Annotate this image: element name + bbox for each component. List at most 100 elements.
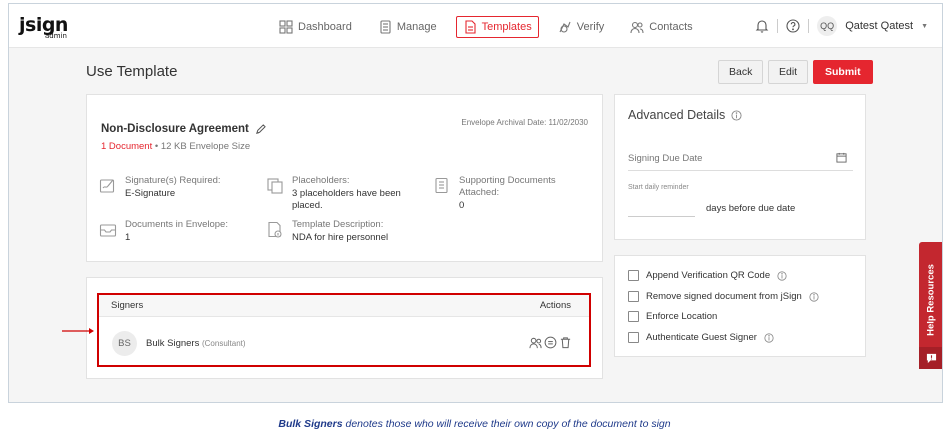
chevron-down-icon[interactable]: ▼ bbox=[921, 23, 928, 30]
option-authenticate-guest[interactable]: Authenticate Guest Signer bbox=[628, 332, 774, 343]
placeholders-info: Placeholders: 3 placeholders have been p… bbox=[266, 175, 411, 212]
help-resources-label: Help Resources bbox=[925, 264, 937, 336]
option-label: Authenticate Guest Signer bbox=[646, 332, 757, 343]
chat-button[interactable] bbox=[919, 347, 942, 369]
comment-icon[interactable] bbox=[544, 336, 557, 349]
divider bbox=[808, 19, 810, 33]
info-value: 1 bbox=[125, 232, 131, 243]
app-logo[interactable]: jsign admin bbox=[19, 14, 68, 40]
info-icon[interactable] bbox=[777, 270, 787, 281]
user-area: QQ Qatest Qatest ▼ bbox=[755, 16, 928, 36]
user-name[interactable]: Qatest Qatest bbox=[845, 20, 913, 32]
top-navbar: jsign admin Dashboard Manage Templates V… bbox=[9, 4, 942, 48]
info-label: Supporting Documents Attached: bbox=[459, 175, 556, 198]
nav-item-contacts[interactable]: Contacts bbox=[623, 16, 699, 38]
document-name: Non-Disclosure Agreement bbox=[101, 123, 266, 135]
info-value: E-Signature bbox=[125, 188, 176, 199]
document-name-text: Non-Disclosure Agreement bbox=[101, 123, 249, 135]
help-icon[interactable] bbox=[786, 19, 800, 33]
info-icon[interactable] bbox=[809, 291, 819, 302]
info-value: 3 placeholders have been placed. bbox=[292, 188, 401, 211]
contacts-icon bbox=[630, 21, 644, 34]
manage-icon bbox=[380, 20, 391, 34]
info-label: Placeholders: bbox=[292, 175, 350, 186]
option-label: Remove signed document from jSign bbox=[646, 291, 802, 302]
app-window: jsign admin Dashboard Manage Templates V… bbox=[8, 3, 943, 403]
signatures-required: Signature(s) Required: E-Signature bbox=[99, 175, 221, 200]
nav-label: Manage bbox=[396, 21, 437, 33]
pencil-icon[interactable] bbox=[255, 123, 266, 135]
users-icon[interactable] bbox=[529, 336, 542, 349]
option-remove-signed[interactable]: Remove signed document from jSign bbox=[628, 291, 819, 302]
trash-icon[interactable] bbox=[559, 336, 572, 349]
avatar[interactable]: QQ bbox=[817, 16, 838, 36]
bell-icon[interactable] bbox=[755, 19, 769, 33]
verify-icon bbox=[559, 21, 571, 33]
archival-date: Envelope Archival Date: 11/02/2030 bbox=[461, 118, 588, 127]
advanced-details-card: Advanced Details Signing Due Date Start … bbox=[614, 94, 866, 240]
envelope-icon bbox=[99, 224, 117, 237]
supporting-docs-info: Supporting Documents Attached: 0 bbox=[433, 175, 583, 212]
options-card: Append Verification QR Code Remove signe… bbox=[614, 255, 866, 357]
checkbox[interactable] bbox=[628, 270, 639, 281]
signer-name: Bulk Signers (Consultant) bbox=[146, 338, 246, 349]
back-button[interactable]: Back bbox=[718, 60, 764, 84]
dashboard-icon bbox=[279, 20, 293, 34]
info-label: Template Description: bbox=[292, 219, 384, 230]
signers-table-header: Signers Actions bbox=[99, 295, 589, 317]
signers-column-header: Signers bbox=[111, 300, 144, 311]
document-count-link[interactable]: 1 Document bbox=[101, 141, 152, 152]
nav-item-templates[interactable]: Templates bbox=[455, 16, 539, 38]
option-label: Enforce Location bbox=[646, 311, 718, 322]
signers-card: Signers Actions BS Bulk Signers (Consult… bbox=[86, 277, 603, 379]
option-append-qr[interactable]: Append Verification QR Code bbox=[628, 270, 787, 281]
info-label: Documents in Envelope: bbox=[125, 219, 228, 230]
signer-actions bbox=[529, 336, 572, 349]
page-title: Use Template bbox=[86, 63, 178, 80]
template-description: Template Description: NDA for hire perso… bbox=[266, 219, 388, 244]
nav-label: Templates bbox=[481, 21, 532, 33]
document-card: Non-Disclosure Agreement Envelope Archiv… bbox=[86, 94, 603, 262]
checkbox[interactable] bbox=[628, 291, 639, 302]
nav-item-verify[interactable]: Verify bbox=[551, 16, 612, 38]
info-icon[interactable] bbox=[731, 109, 742, 121]
copy-icon bbox=[267, 178, 283, 194]
signing-due-date-field[interactable]: Signing Due Date bbox=[628, 143, 853, 171]
signer-role: (Consultant) bbox=[201, 339, 246, 348]
info-label: Signature(s) Required: bbox=[125, 175, 221, 186]
option-enforce-location[interactable]: Enforce Location bbox=[628, 311, 717, 322]
reminder-days-input[interactable] bbox=[628, 199, 695, 217]
edit-button[interactable]: Edit bbox=[768, 60, 809, 84]
checkbox[interactable] bbox=[628, 311, 639, 322]
divider bbox=[777, 19, 779, 33]
table-row[interactable]: BS Bulk Signers (Consultant) bbox=[99, 318, 589, 367]
info-value: NDA for hire personnel bbox=[292, 232, 389, 243]
signer-name-text: Bulk Signers bbox=[146, 338, 200, 349]
nav-label: Verify bbox=[576, 21, 605, 33]
info-icon[interactable] bbox=[764, 332, 774, 343]
help-resources-tab[interactable]: Help Resources bbox=[919, 242, 942, 369]
nav-label: Dashboard bbox=[298, 21, 352, 33]
nav-item-dashboard[interactable]: Dashboard bbox=[272, 16, 359, 38]
advanced-title-text: Advanced Details bbox=[628, 108, 726, 122]
avatar: BS bbox=[112, 331, 137, 356]
signature-icon bbox=[99, 179, 115, 193]
main-nav: Dashboard Manage Templates Verify Contac… bbox=[272, 16, 712, 38]
caption-text: denotes those who will receive their own… bbox=[342, 418, 671, 430]
actions-column-header: Actions bbox=[539, 300, 571, 311]
nav-item-manage[interactable]: Manage bbox=[371, 16, 444, 38]
due-date-placeholder: Signing Due Date bbox=[628, 153, 703, 164]
option-label: Append Verification QR Code bbox=[646, 270, 771, 281]
document-summary: 1 Document • 12 KB Envelope Size bbox=[101, 141, 250, 152]
documents-in-envelope: Documents in Envelope: 1 bbox=[99, 219, 228, 244]
logo-sub: admin bbox=[45, 32, 67, 40]
checkbox[interactable] bbox=[628, 332, 639, 343]
calendar-icon[interactable] bbox=[836, 152, 847, 163]
envelope-size: 12 KB Envelope Size bbox=[160, 141, 251, 152]
chat-icon bbox=[926, 353, 937, 363]
reminder-suffix: days before due date bbox=[706, 203, 796, 214]
figure-caption: Bulk Signers denotes those who will rece… bbox=[0, 418, 949, 430]
annotation-arrow bbox=[62, 328, 94, 334]
info-value: 0 bbox=[459, 200, 465, 211]
submit-button[interactable]: Submit bbox=[813, 60, 873, 84]
